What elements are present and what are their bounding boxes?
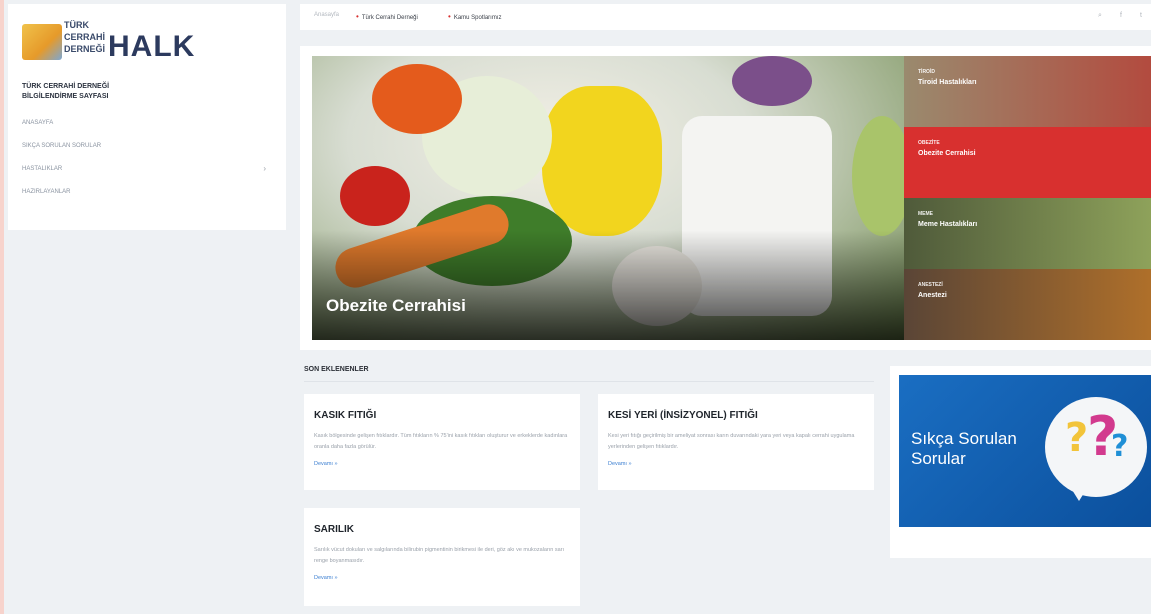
page-frame: TÜRK CERRAHİ DERNEĞİ HALK TÜRK CERRAHİ D… [4,0,1151,614]
sidebar-item-label: ANASAYFA [22,120,54,126]
article-card[interactable]: SARILIK Sarılık vücut dokuları ve salgıl… [304,508,580,606]
twitter-icon[interactable]: t [1140,12,1142,19]
side-item-category: TİROİD [918,69,935,75]
logo-text-line: CERRAHİ [64,32,106,42]
facebook-icon[interactable]: f [1120,12,1122,19]
logo-text-line: DERNEĞİ [64,44,106,54]
subtitle-line: TÜRK CERRAHİ DERNEĞİ [22,83,110,90]
top-bar: Anasayfa • Türk Cerrahi Derneği • Kamu Spo… [300,4,1151,30]
logo-emblem-icon [22,24,62,60]
article-excerpt: Kasık bölgesinde gelişen fıtıklardır. Tü… [314,433,568,450]
logo-text-line: TÜRK [64,20,89,30]
recent-heading: SON EKLENENLER [304,366,369,373]
side-item-title: Tiroid Hastalıkları [918,79,977,86]
question-mark-icon: ? [1065,415,1089,461]
question-mark-icon: ? [1111,429,1129,464]
article-excerpt: Sarılık vücut dokuları ve salgılarında b… [314,547,565,564]
faq-banner-text: Sıkça Sorulan Sorular [911,429,1017,469]
faq-line: Sorular [911,449,966,468]
hero-image[interactable]: Obezite Cerrahisi [312,56,904,340]
hero-title[interactable]: Obezite Cerrahisi [326,296,466,316]
hero-side-item-breast[interactable]: MEME Meme Hastalıkları [904,198,1151,269]
sidebar-item-authors[interactable]: HAZIRLAYANLAR [22,187,272,210]
bullet-icon: • [448,12,451,21]
sidebar-item-label: HAZIRLAYANLAR [22,189,71,195]
sidebar-item-label: HASTALIKLAR [22,166,63,172]
side-item-title: Obezite Cerrahisi [918,150,976,157]
site-subtitle: TÜRK CERRAHİ DERNEĞİ BİLGİLENDİRME SAYFA… [22,82,222,102]
article-excerpt: Kesi yeri fıtığı geçirilmiş bir ameliyat… [608,433,855,450]
side-item-category: OBEZİTE [918,140,940,146]
article-title[interactable]: SARILIK [314,524,570,535]
home-link[interactable]: Anasayfa [314,12,339,18]
yellow-pepper-shape [542,86,662,236]
sidebar-item-diseases[interactable]: HASTALIKLAR › [22,164,272,187]
read-more-link[interactable]: Devamı » [314,461,570,467]
bullet-icon: • [356,12,359,21]
sidebar-item-label: SIKÇA SORULAN SORULAR [22,143,102,149]
top-link-label: Kamu Spotlarımız [453,15,502,21]
sidebar-item-faq[interactable]: SIKÇA SORULAN SORULAR [22,141,272,164]
divider [304,381,874,382]
orange-pepper-shape [372,64,462,134]
top-link-label: Türk Cerrahi Derneği [361,15,418,21]
site-logo[interactable]: TÜRK CERRAHİ DERNEĞİ HALK [22,18,196,66]
article-card[interactable]: KESİ YERİ (İNSİZYONEL) FITIĞI Kesi yeri … [598,394,874,490]
hero-side-item-anesthesia[interactable]: ANESTEZİ Anestezi [904,269,1151,340]
side-item-title: Meme Hastalıkları [918,221,978,228]
read-more-link[interactable]: Devamı » [608,461,864,467]
red-cabbage-shape [732,56,812,106]
article-title[interactable]: KESİ YERİ (İNSİZYONEL) FITIĞI [608,410,864,421]
read-more-link[interactable]: Devamı » [314,575,570,581]
faq-widget: Sıkça Sorulan Sorular ? ? ? [890,366,1151,558]
hero-gradient [312,230,904,340]
article-title[interactable]: KASIK FITIĞI [314,410,570,421]
hero-side-item-thyroid[interactable]: TİROİD Tiroid Hastalıkları [904,56,1151,127]
hero-slider: Obezite Cerrahisi TİROİD Tiroid Hastalık… [300,46,1151,350]
sidebar-item-home[interactable]: ANASAYFA [22,118,272,141]
side-item-category: ANESTEZİ [918,282,943,288]
sidebar-menu: ANASAYFA SIKÇA SORULAN SORULAR HASTALIKL… [22,118,272,210]
side-item-title: Anestezi [918,292,947,299]
search-icon[interactable]: ⌕ [1098,12,1102,20]
grapes-shape [852,116,904,236]
side-item-category: MEME [918,211,933,217]
logo-wordmark: HALK [108,30,196,63]
subtitle-line: BİLGİLENDİRME SAYFASI [22,93,109,100]
faq-line: Sıkça Sorulan [911,429,1017,448]
top-link-spots[interactable]: • Kamu Spotlarımız [448,12,502,21]
chevron-right-icon[interactable]: › [263,164,266,174]
hero-side-list: TİROİD Tiroid Hastalıkları OBEZİTE Obezi… [904,56,1151,340]
faq-banner[interactable]: Sıkça Sorulan Sorular ? ? ? [899,375,1151,527]
hero-side-item-obesity[interactable]: OBEZİTE Obezite Cerrahisi [904,127,1151,198]
speech-bubble-tail [1069,485,1089,501]
tomato-shape [340,166,410,226]
article-card[interactable]: KASIK FITIĞI Kasık bölgesinde gelişen fı… [304,394,580,490]
top-link-association[interactable]: • Türk Cerrahi Derneği [356,12,418,21]
sidebar: TÜRK CERRAHİ DERNEĞİ HALK TÜRK CERRAHİ D… [8,4,286,230]
